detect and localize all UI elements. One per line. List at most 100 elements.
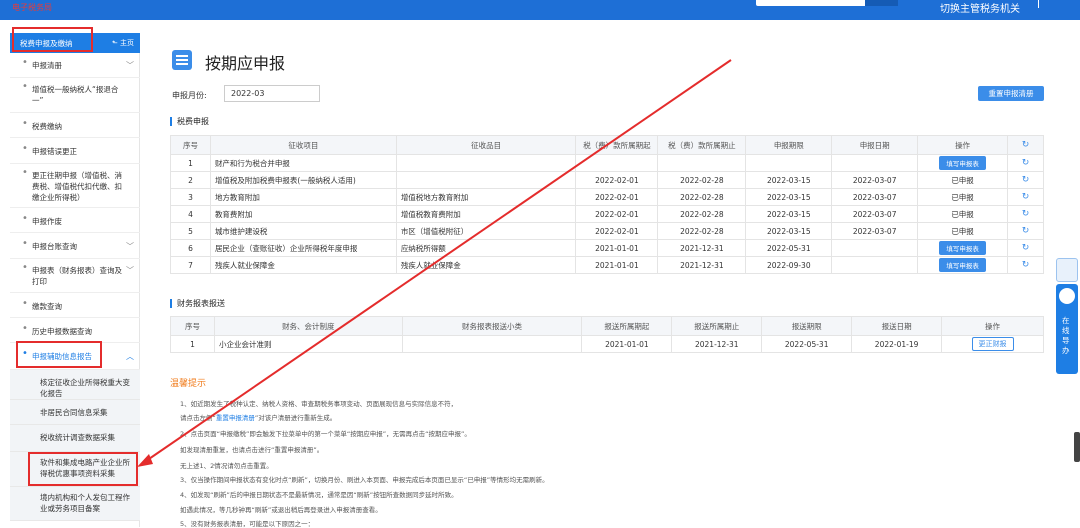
cell-start xyxy=(575,154,659,172)
top-bar: 电子税务局 切换主管税务机关 xyxy=(0,0,1080,20)
scrollbar-thumb[interactable] xyxy=(1074,432,1080,462)
sidebar-item-label: 申报表（财务报表）查询及打印 xyxy=(32,266,122,286)
user-avatar-icon[interactable] xyxy=(1056,258,1078,282)
switch-tax-authority-link[interactable]: 切换主管税务机关 xyxy=(940,0,1020,15)
online-guide-widget[interactable]: 在线导办 xyxy=(1056,284,1078,374)
sidebar-item-5[interactable]: • 更正往期申报（增值税、消费税、增值税代扣代缴、扣缴企业所得税） xyxy=(10,164,140,208)
fin-header-cell: 操作 xyxy=(941,316,1044,336)
top-search-input[interactable] xyxy=(756,0,898,6)
refresh-icon[interactable]: ↻ xyxy=(1007,205,1044,223)
tip-line: 2、点击页面“申报缴税”即会触发下拉菜单中的第一个菜单“按期应申报”，无需再点击… xyxy=(180,428,471,438)
chevron-icon[interactable]: ︿ xyxy=(126,351,134,362)
sidebar-item-1[interactable]: • 申报清册 ﹀ xyxy=(10,52,140,78)
sidebar-subitem-1[interactable]: 核定征收企业所得税重大变化报告 xyxy=(10,370,140,400)
cell-deadline: 2022-03-15 xyxy=(745,222,833,240)
cell-item: 地方教育附加 xyxy=(209,188,397,206)
refresh-icon[interactable]: ↻ xyxy=(1007,239,1044,257)
tax-header-cell: 序号 xyxy=(170,135,211,155)
cell-sub xyxy=(401,335,583,353)
table-row: 1 财产和行为税合并申报 填写申报表 ↻ xyxy=(170,154,1044,172)
cell-item: 财产和行为税合并申报 xyxy=(209,154,397,172)
month-field[interactable]: 2022-03 xyxy=(224,85,320,102)
cell-date: 2022-03-07 xyxy=(831,188,919,206)
top-search-button[interactable] xyxy=(864,0,898,6)
cell-no: 4 xyxy=(170,205,211,223)
tax-header-cell: 申报期限 xyxy=(745,135,833,155)
fin-header-cell: 报送期限 xyxy=(761,316,853,336)
tip-text: ”对该户清册进行重新生成。 xyxy=(254,414,337,422)
sidebar-item-10[interactable]: • 历史申报数据查询 xyxy=(10,318,140,343)
tip-line: 如发现清册重复，也请点击进行“重置申报清册”。 xyxy=(180,444,323,454)
sidebar-item-2[interactable]: • 增值税一般纳税人“报退合一” xyxy=(10,78,140,113)
table-row: 7 残疾人就业保障金 残疾人就业保障金 2021-01-01 2021-12-31 202… xyxy=(170,256,1044,274)
bullet-icon: • xyxy=(22,238,28,249)
cell-date: 2022-01-19 xyxy=(851,335,943,353)
refresh-all-icon[interactable]: ↻ xyxy=(1007,135,1044,155)
cell-date xyxy=(831,256,919,274)
correct-report-button[interactable]: 更正财报 xyxy=(971,337,1014,351)
sidebar-subitem-2[interactable]: 非居民合同信息采集 xyxy=(10,400,140,425)
tip-line: 无上述1、2情况请勿点击重置。 xyxy=(180,460,273,470)
tip-text: 无上述1、2情况请勿点击重置。 xyxy=(180,462,273,470)
month-label: 申报月份: xyxy=(172,91,207,100)
table-row: 1 小企业会计准则 2021-01-01 2021-12-31 2022-05-31 20… xyxy=(170,335,1044,353)
sidebar-item-label: 申报清册 xyxy=(32,61,62,70)
sidebar-subitem-3[interactable]: 税收统计调查数据采集 xyxy=(10,425,140,452)
sidebar-item-4[interactable]: • 申报错误更正 xyxy=(10,138,140,164)
tip-line: 如遇此情况，等几秒钟再“刷新”或退出稍后再登录进入申报清册查看。 xyxy=(180,504,382,514)
sidebar-item-3[interactable]: • 税费缴纳 xyxy=(10,113,140,138)
cell-start: 2022-02-01 xyxy=(575,205,659,223)
cell-deadline: 2022-09-30 xyxy=(745,256,833,274)
home-link[interactable]: ⬑ 主页 xyxy=(112,38,134,48)
cell-item: 教育费附加 xyxy=(209,205,397,223)
fill-declaration-button[interactable]: 填写申报表 xyxy=(939,241,986,255)
chevron-icon[interactable]: ﹀ xyxy=(126,241,134,252)
refresh-icon[interactable]: ↻ xyxy=(1007,256,1044,274)
cell-op: 已申报 xyxy=(917,188,1008,206)
chevron-icon[interactable]: ﹀ xyxy=(126,265,134,276)
bullet-icon: • xyxy=(22,143,28,154)
fill-declaration-button[interactable]: 填写申报表 xyxy=(939,156,986,170)
cell-start: 2022-02-01 xyxy=(575,188,659,206)
cell-start: 2021-01-01 xyxy=(575,239,659,257)
cell-deadline: 2022-05-31 xyxy=(761,335,853,353)
sidebar-item-label: 税费缴纳 xyxy=(32,122,62,131)
declared-status: 已申报 xyxy=(951,175,974,185)
refresh-icon[interactable]: ↻ xyxy=(1007,222,1044,240)
reset-declaration-link[interactable]: 重置申报清册 xyxy=(216,414,255,422)
cell-end: 2021-12-31 xyxy=(671,335,763,353)
cell-deadline: 2022-03-15 xyxy=(745,205,833,223)
online-guide-label: 在线导办 xyxy=(1062,316,1070,355)
cell-end: 2022-02-28 xyxy=(657,222,747,240)
refresh-icon[interactable]: ↻ xyxy=(1007,171,1044,189)
fill-declaration-button[interactable]: 填写申报表 xyxy=(939,258,986,272)
cell-deadline: 2022-05-31 xyxy=(745,239,833,257)
cell-item: 居民企业（查账征收）企业所得税年度申报 xyxy=(209,239,397,257)
tips-title: 温馨提示 xyxy=(170,379,207,389)
refresh-icon[interactable]: ↻ xyxy=(1007,154,1044,172)
cell-end: 2021-12-31 xyxy=(657,256,747,274)
sidebar-item-label: 申报台账查询 xyxy=(32,242,77,251)
cell-no: 2 xyxy=(170,171,211,189)
reset-declaration-button[interactable]: 重置申报清册 xyxy=(978,86,1044,101)
cell-date xyxy=(831,239,919,257)
cell-no: 1 xyxy=(170,335,215,353)
site-logo[interactable]: 电子税务局 xyxy=(12,2,52,13)
sidebar-item-label: 增值税一般纳税人“报退合一” xyxy=(32,85,119,105)
fin-header-cell: 财务报表报送小类 xyxy=(401,316,583,336)
cell-op: 填写申报表 xyxy=(917,256,1008,274)
sidebar-item-8[interactable]: • 申报表（财务报表）查询及打印 ﹀ xyxy=(10,259,140,293)
chevron-icon[interactable]: ﹀ xyxy=(126,60,134,71)
assistant-avatar-icon xyxy=(1059,288,1075,304)
sidebar-item-7[interactable]: • 申报台账查询 ﹀ xyxy=(10,233,140,259)
highlight-software-item xyxy=(28,452,138,486)
table-row: 3 地方教育附加 增值税地方教育附加 2022-02-01 2022-02-28 2022… xyxy=(170,188,1044,206)
refresh-icon[interactable]: ↻ xyxy=(1007,188,1044,206)
sidebar-item-9[interactable]: • 缴款查询 xyxy=(10,293,140,318)
cell-op: 填写申报表 xyxy=(917,154,1008,172)
cell-end: 2021-12-31 xyxy=(657,239,747,257)
sidebar-item-6[interactable]: • 申报作废 xyxy=(10,208,140,233)
sidebar-item-label: 申报作废 xyxy=(32,217,62,226)
sidebar-item-label: 申报错误更正 xyxy=(32,147,77,156)
sidebar-subitem-5[interactable]: 境内机构和个人发包工程作业或劳务项目备案 xyxy=(10,487,140,521)
